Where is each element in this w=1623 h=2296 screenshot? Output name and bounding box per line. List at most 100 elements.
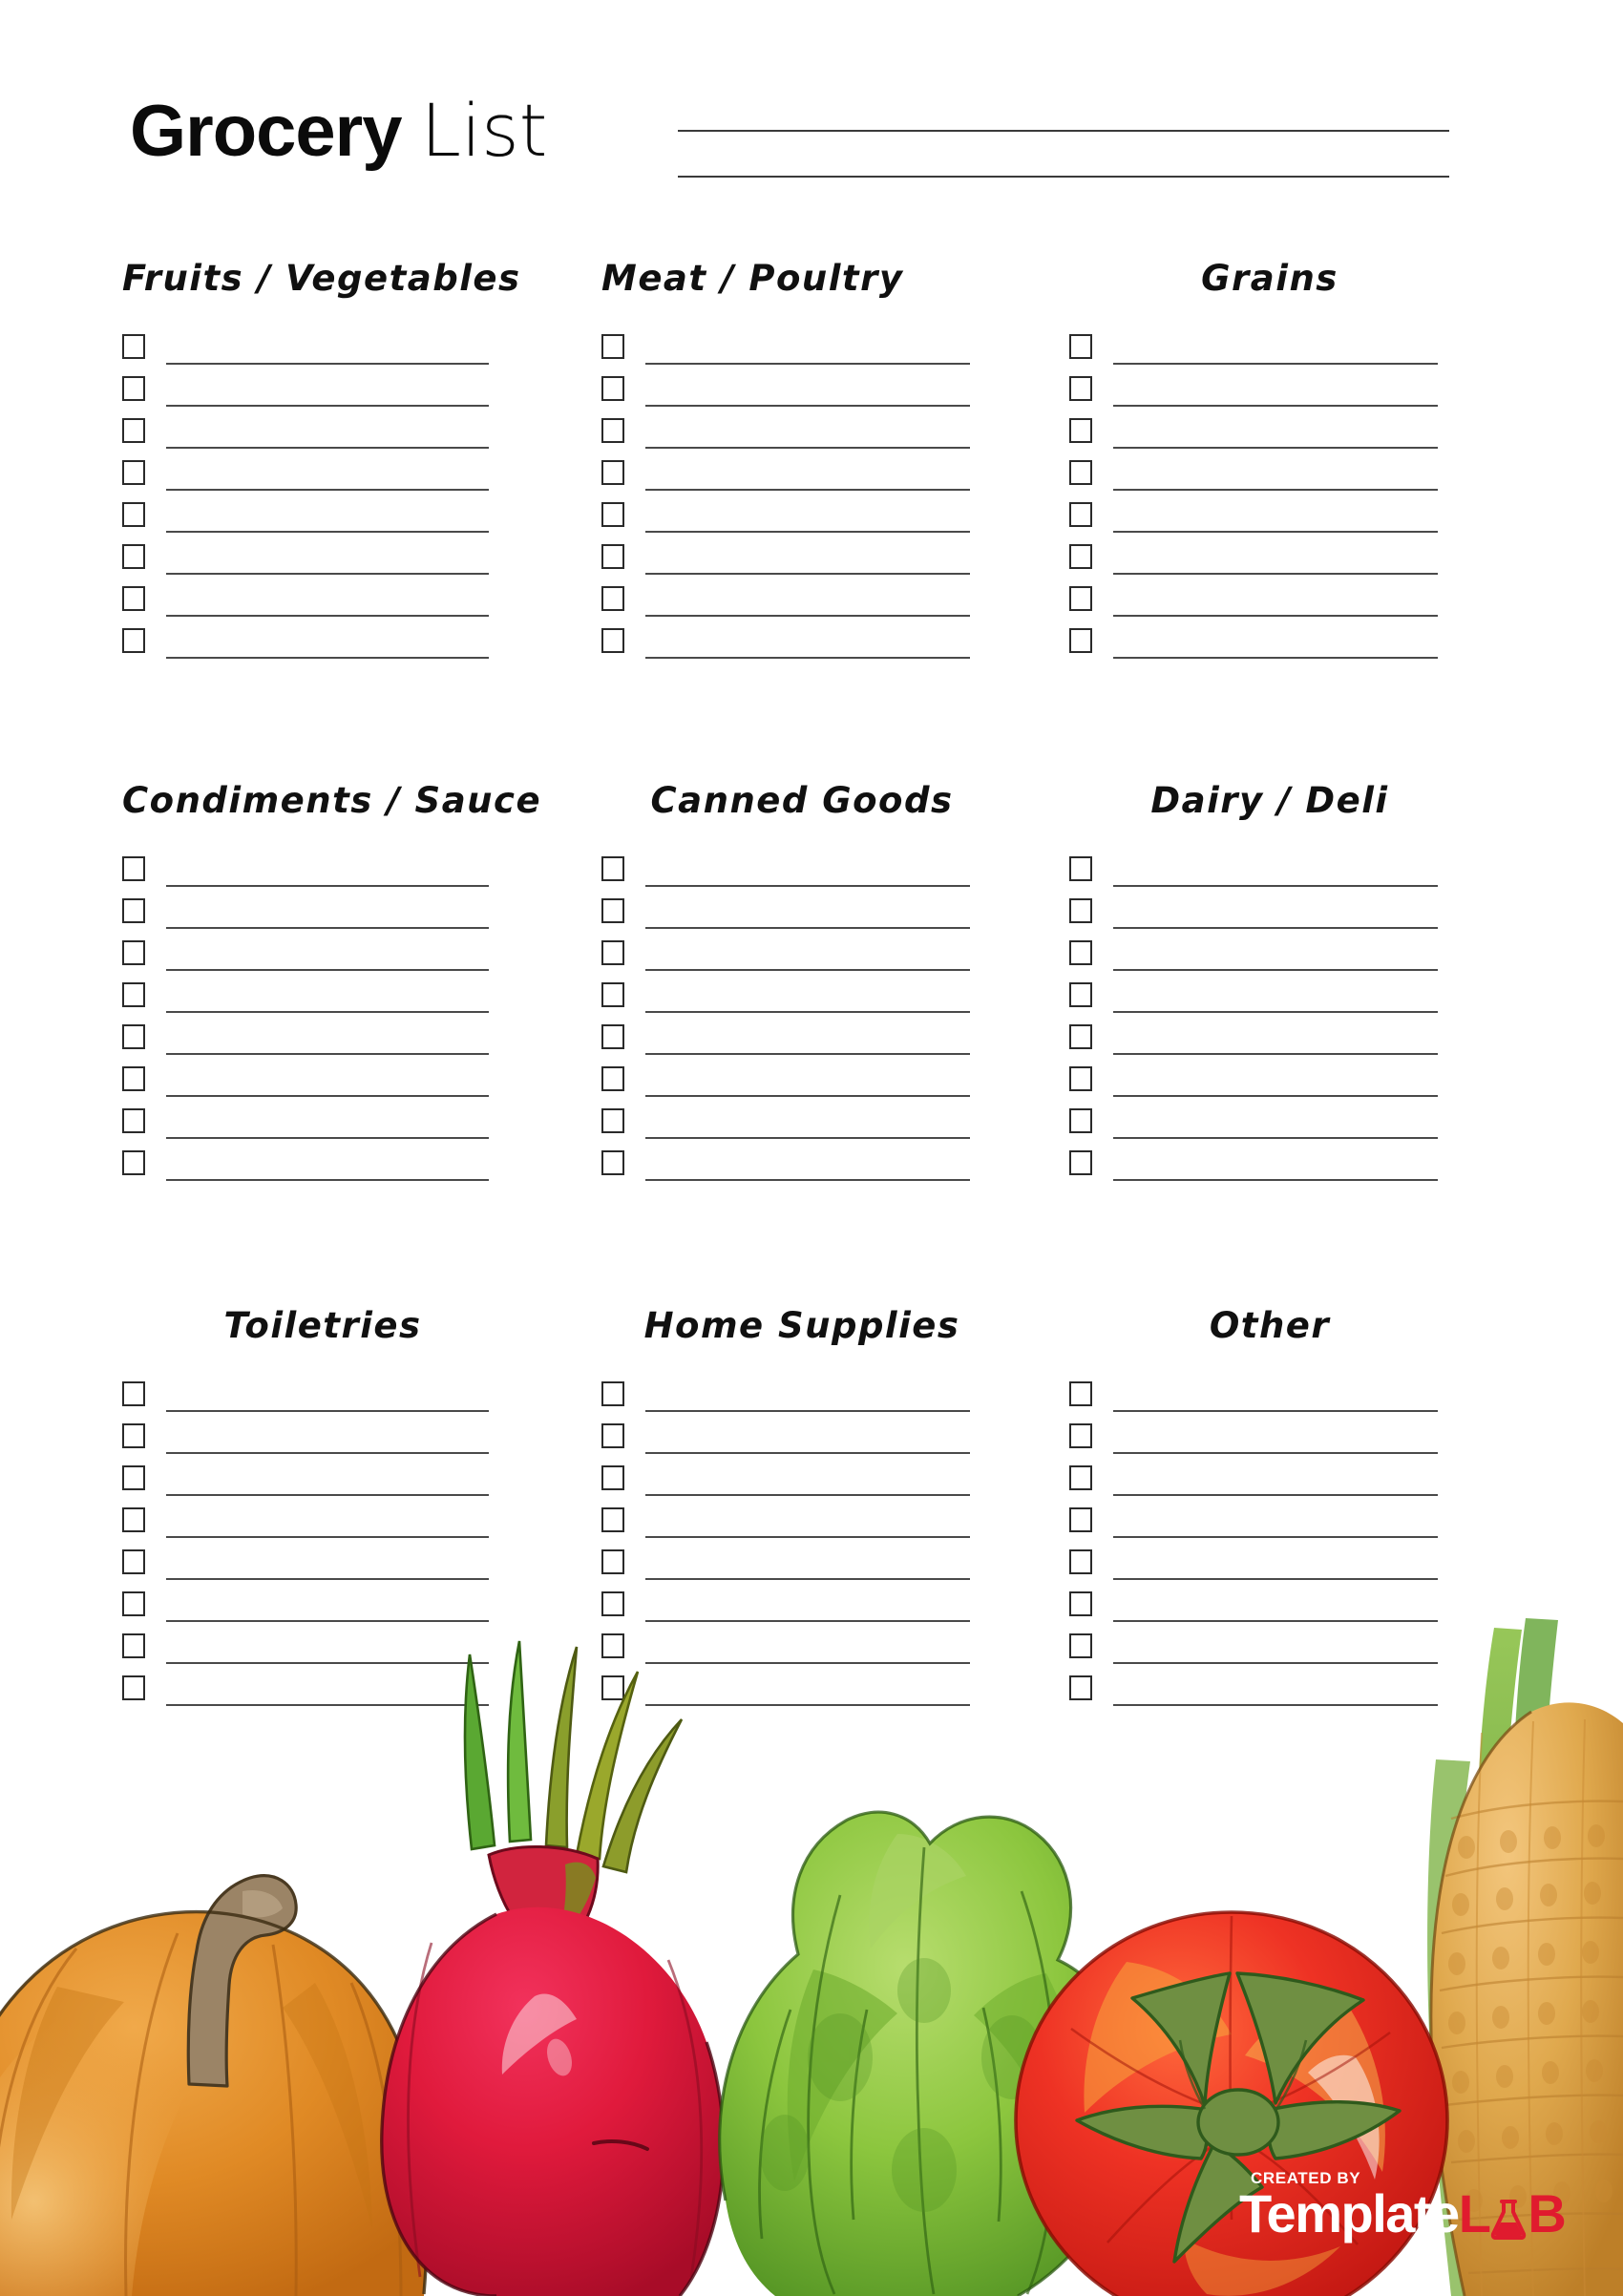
- write-line[interactable]: [1113, 1095, 1438, 1097]
- checkbox[interactable]: [601, 376, 624, 401]
- checkbox[interactable]: [1069, 1507, 1092, 1532]
- write-line[interactable]: [1113, 531, 1438, 533]
- write-line[interactable]: [1113, 447, 1438, 449]
- write-line[interactable]: [1113, 1704, 1438, 1706]
- checkbox[interactable]: [1069, 460, 1092, 485]
- write-line[interactable]: [645, 927, 970, 929]
- write-line[interactable]: [1113, 1452, 1438, 1454]
- checkbox[interactable]: [1069, 1381, 1092, 1406]
- checkbox[interactable]: [122, 376, 145, 401]
- write-line[interactable]: [166, 1620, 489, 1622]
- checkbox[interactable]: [601, 1108, 624, 1133]
- write-line[interactable]: [645, 1053, 970, 1055]
- write-line[interactable]: [166, 1053, 489, 1055]
- checkbox[interactable]: [601, 544, 624, 569]
- checkbox[interactable]: [122, 940, 145, 965]
- write-line[interactable]: [1113, 1410, 1438, 1412]
- checkbox[interactable]: [1069, 1108, 1092, 1133]
- write-line[interactable]: [645, 489, 970, 491]
- write-line[interactable]: [645, 1137, 970, 1139]
- write-line[interactable]: [1113, 657, 1438, 659]
- checkbox[interactable]: [601, 418, 624, 443]
- checkbox[interactable]: [1069, 1591, 1092, 1616]
- write-line[interactable]: [645, 447, 970, 449]
- write-line[interactable]: [166, 531, 489, 533]
- checkbox[interactable]: [122, 334, 145, 359]
- write-line[interactable]: [166, 927, 489, 929]
- checkbox[interactable]: [601, 1591, 624, 1616]
- write-line[interactable]: [166, 1452, 489, 1454]
- write-line[interactable]: [1113, 1053, 1438, 1055]
- checkbox[interactable]: [1069, 1633, 1092, 1658]
- checkbox[interactable]: [122, 856, 145, 881]
- checkbox[interactable]: [122, 1675, 145, 1700]
- write-line[interactable]: [645, 573, 970, 575]
- checkbox[interactable]: [122, 1633, 145, 1658]
- write-line[interactable]: [1113, 1536, 1438, 1538]
- checkbox[interactable]: [122, 898, 145, 923]
- write-line[interactable]: [645, 1410, 970, 1412]
- checkbox[interactable]: [122, 586, 145, 611]
- write-line[interactable]: [1113, 969, 1438, 971]
- checkbox[interactable]: [601, 1549, 624, 1574]
- checkbox[interactable]: [601, 628, 624, 653]
- checkbox[interactable]: [122, 544, 145, 569]
- checkbox[interactable]: [601, 1465, 624, 1490]
- checkbox[interactable]: [1069, 982, 1092, 1007]
- write-line[interactable]: [645, 1620, 970, 1622]
- checkbox[interactable]: [601, 898, 624, 923]
- checkbox[interactable]: [122, 1591, 145, 1616]
- write-line[interactable]: [645, 1536, 970, 1538]
- write-line[interactable]: [166, 657, 489, 659]
- checkbox[interactable]: [601, 1423, 624, 1448]
- checkbox[interactable]: [122, 1108, 145, 1133]
- write-line[interactable]: [645, 363, 970, 365]
- write-line[interactable]: [1113, 1662, 1438, 1664]
- checkbox[interactable]: [601, 1150, 624, 1175]
- write-line[interactable]: [645, 1179, 970, 1181]
- checkbox[interactable]: [1069, 1549, 1092, 1574]
- write-line[interactable]: [645, 615, 970, 617]
- checkbox[interactable]: [1069, 1150, 1092, 1175]
- checkbox[interactable]: [122, 1024, 145, 1049]
- write-line[interactable]: [1113, 489, 1438, 491]
- checkbox[interactable]: [1069, 334, 1092, 359]
- write-line[interactable]: [645, 657, 970, 659]
- write-line[interactable]: [166, 1137, 489, 1139]
- checkbox[interactable]: [1069, 1675, 1092, 1700]
- write-line[interactable]: [166, 1536, 489, 1538]
- checkbox[interactable]: [601, 856, 624, 881]
- write-line[interactable]: [166, 447, 489, 449]
- write-line[interactable]: [166, 1662, 489, 1664]
- write-line[interactable]: [166, 1578, 489, 1580]
- write-line[interactable]: [645, 1452, 970, 1454]
- checkbox[interactable]: [1069, 1024, 1092, 1049]
- write-line[interactable]: [1113, 573, 1438, 575]
- checkbox[interactable]: [1069, 1066, 1092, 1091]
- checkbox[interactable]: [122, 460, 145, 485]
- write-line[interactable]: [645, 1662, 970, 1664]
- write-line[interactable]: [166, 615, 489, 617]
- write-line[interactable]: [1113, 1137, 1438, 1139]
- checkbox[interactable]: [122, 1066, 145, 1091]
- write-line[interactable]: [166, 1179, 489, 1181]
- write-line[interactable]: [645, 405, 970, 407]
- write-line[interactable]: [166, 489, 489, 491]
- checkbox[interactable]: [122, 1423, 145, 1448]
- write-line[interactable]: [166, 1095, 489, 1097]
- write-line[interactable]: [1113, 1494, 1438, 1496]
- write-line[interactable]: [645, 1095, 970, 1097]
- write-line[interactable]: [1113, 1179, 1438, 1181]
- write-line[interactable]: [1113, 405, 1438, 407]
- checkbox[interactable]: [122, 1549, 145, 1574]
- checkbox[interactable]: [1069, 376, 1092, 401]
- write-line[interactable]: [1113, 1578, 1438, 1580]
- write-line[interactable]: [166, 405, 489, 407]
- checkbox[interactable]: [122, 1465, 145, 1490]
- checkbox[interactable]: [601, 1381, 624, 1406]
- checkbox[interactable]: [122, 982, 145, 1007]
- checkbox[interactable]: [601, 1024, 624, 1049]
- write-line[interactable]: [1113, 615, 1438, 617]
- write-line[interactable]: [1113, 1620, 1438, 1622]
- write-line[interactable]: [1113, 1011, 1438, 1013]
